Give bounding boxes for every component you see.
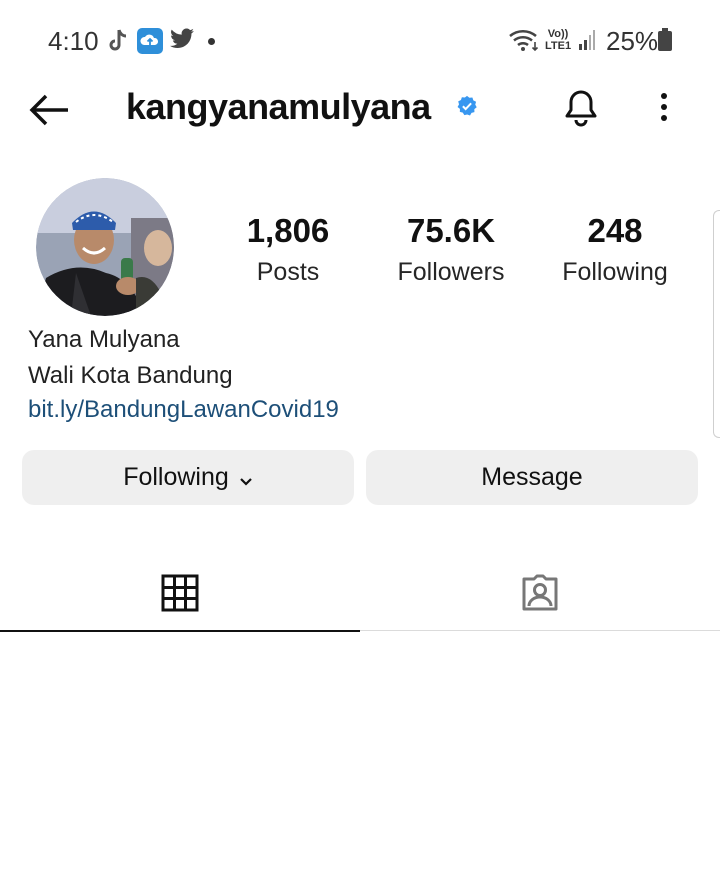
tagged-icon bbox=[520, 573, 560, 618]
profile-full-name: Yana Mulyana bbox=[28, 326, 180, 353]
cloud-upload-icon bbox=[137, 28, 163, 59]
volte-top-label: Vo)) bbox=[547, 28, 569, 40]
scrollbar[interactable] bbox=[713, 210, 720, 438]
stat-posts[interactable]: 1,806 Posts bbox=[228, 210, 348, 292]
back-arrow-icon[interactable] bbox=[28, 90, 70, 135]
battery-icon bbox=[657, 28, 673, 57]
stat-followers-value: 75.6K bbox=[406, 212, 496, 249]
tiktok-icon bbox=[106, 28, 130, 59]
status-bar: 4:10 Vo)) LTE1 25% bbox=[0, 0, 720, 80]
profile-avatar[interactable] bbox=[36, 178, 174, 316]
message-button[interactable]: Message bbox=[366, 450, 698, 505]
following-button[interactable]: Following bbox=[22, 450, 354, 505]
stat-following[interactable]: 248 Following bbox=[550, 210, 680, 292]
grid-icon bbox=[161, 574, 199, 617]
profile-header: kangyanamulyana bbox=[0, 80, 720, 140]
chevron-down-icon bbox=[239, 465, 253, 494]
tab-tagged[interactable] bbox=[360, 560, 720, 631]
status-time: 4:10 bbox=[48, 26, 99, 56]
stat-followers[interactable]: 75.6K Followers bbox=[383, 210, 519, 292]
twitter-icon bbox=[169, 28, 195, 55]
message-button-label: Message bbox=[481, 463, 583, 491]
profile-link[interactable]: bit.ly/BandungLawanCovid19 bbox=[28, 396, 339, 424]
stat-posts-value: 1,806 bbox=[246, 212, 330, 249]
more-vertical-icon[interactable] bbox=[652, 88, 676, 133]
notification-dot bbox=[208, 38, 215, 45]
volte-indicator: Vo)) LTE1 bbox=[545, 28, 571, 52]
profile-username: kangyanamulyana bbox=[126, 86, 431, 127]
signal-icon bbox=[578, 28, 598, 57]
stat-followers-label: Followers bbox=[397, 258, 505, 286]
battery-percent: 25% bbox=[606, 26, 659, 56]
volte-bottom-label: LTE1 bbox=[545, 40, 572, 52]
verified-badge-icon bbox=[456, 95, 478, 122]
bell-icon[interactable] bbox=[562, 88, 600, 133]
tab-posts-grid[interactable] bbox=[0, 560, 360, 632]
stat-following-label: Following bbox=[562, 258, 668, 286]
stat-posts-label: Posts bbox=[256, 258, 320, 286]
wifi-icon bbox=[508, 28, 540, 57]
stat-following-value: 248 bbox=[587, 212, 643, 249]
following-button-label: Following bbox=[123, 463, 229, 491]
profile-bio: Wali Kota Bandung bbox=[28, 362, 233, 389]
